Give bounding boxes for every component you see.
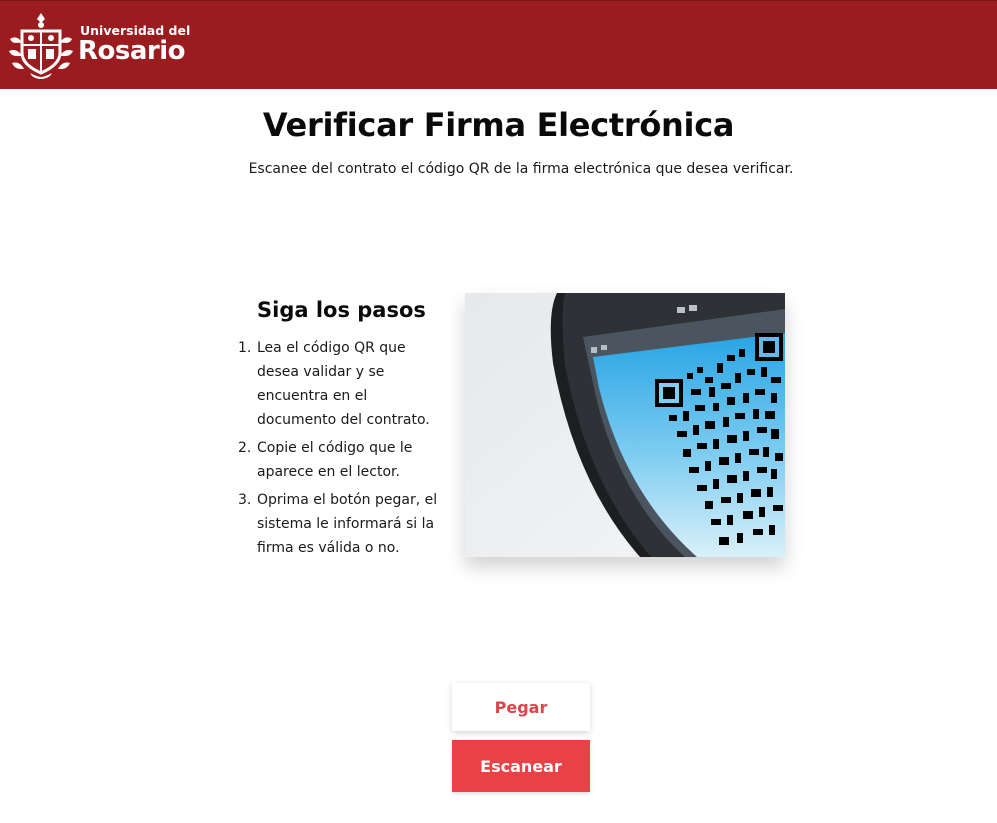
steps-list: 1. Lea el código QR que desea validar y … [238,336,448,564]
step-text: Lea el código QR que desea validar y se … [257,340,430,428]
step-number: 1. [238,340,252,356]
step-text: Oprima el botón pegar, el sistema le inf… [257,492,438,556]
page-title: Verificar Firma Electrónica [262,106,735,144]
page-subtitle: Escanee del contrato el código QR de la … [248,161,794,177]
step-number: 2. [238,440,252,456]
step-item: 3. Oprima el botón pegar, el sistema le … [238,488,448,560]
step-number: 3. [238,492,252,508]
step-item: 1. Lea el código QR que desea validar y … [238,336,448,432]
phone-scanning-qr-code-image [465,293,785,557]
paste-button[interactable]: Pegar [452,683,590,731]
steps-title: Siga los pasos [257,298,426,322]
scan-button[interactable]: Escanear [452,740,590,792]
step-text: Copie el código que le aparece en el lec… [257,440,413,480]
step-item: 2. Copie el código que le aparece en el … [238,436,448,484]
top-bar: Universidad del Rosario [0,0,997,89]
brand-name-line2: Rosario [78,36,186,66]
university-crest-icon[interactable] [8,11,74,79]
